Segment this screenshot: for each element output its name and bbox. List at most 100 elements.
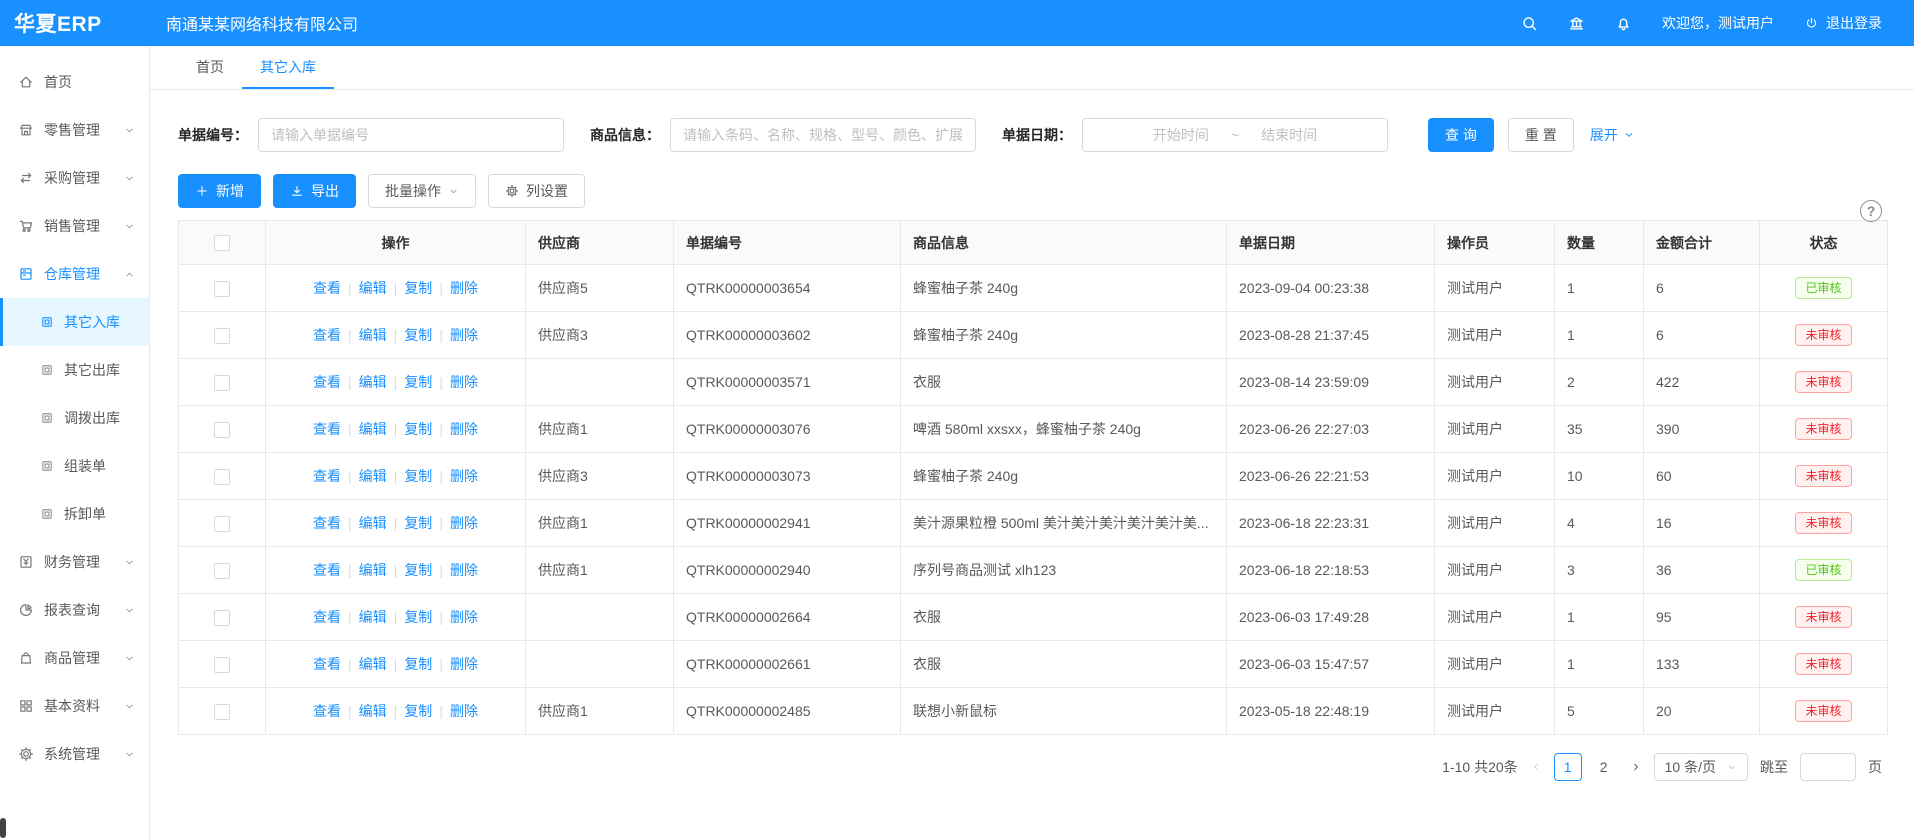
op-view-link[interactable]: 查看 <box>313 656 341 672</box>
tab-home[interactable]: 首页 <box>178 46 242 89</box>
sidebar-scrollbar-thumb[interactable] <box>0 818 6 838</box>
op-view-link[interactable]: 查看 <box>313 562 341 578</box>
op-edit-link[interactable]: 编辑 <box>359 327 387 343</box>
help-icon[interactable]: ? <box>1860 200 1882 222</box>
op-copy-link[interactable]: 复制 <box>404 468 432 484</box>
search-icon[interactable] <box>1521 15 1538 32</box>
op-edit-link[interactable]: 编辑 <box>359 421 387 437</box>
product-info-input[interactable] <box>670 118 976 152</box>
op-delete-link[interactable]: 删除 <box>450 703 478 719</box>
op-delete-link[interactable]: 删除 <box>450 562 478 578</box>
sidebar-item-finance[interactable]: 财务管理 <box>0 538 149 586</box>
op-delete-link[interactable]: 删除 <box>450 656 478 672</box>
row-checkbox[interactable] <box>214 328 230 344</box>
page-button-1[interactable]: 1 <box>1554 753 1582 781</box>
op-edit-link[interactable]: 编辑 <box>359 515 387 531</box>
op-edit-link[interactable]: 编辑 <box>359 468 387 484</box>
select-all-checkbox[interactable] <box>214 235 230 251</box>
sidebar-item-other-outbound[interactable]: 其它出库 <box>0 346 149 394</box>
export-button[interactable]: 导出 <box>273 174 356 208</box>
sidebar-item-assembly-order[interactable]: 组装单 <box>0 442 149 490</box>
sidebar-item-label: 拆卸单 <box>64 504 106 524</box>
op-view-link[interactable]: 查看 <box>313 421 341 437</box>
op-copy-link[interactable]: 复制 <box>404 515 432 531</box>
notifications-icon[interactable] <box>1615 15 1632 32</box>
batch-actions-button[interactable]: 批量操作 <box>368 174 476 208</box>
sidebar-item-transfer-outbound[interactable]: 调拨出库 <box>0 394 149 442</box>
op-separator: | <box>394 656 398 672</box>
sidebar-item-reports[interactable]: 报表查询 <box>0 586 149 634</box>
op-edit-link[interactable]: 编辑 <box>359 562 387 578</box>
op-view-link[interactable]: 查看 <box>313 703 341 719</box>
row-checkbox[interactable] <box>214 610 230 626</box>
bill-date-range[interactable]: 开始时间 ~ 结束时间 <box>1082 118 1388 152</box>
op-copy-link[interactable]: 复制 <box>404 374 432 390</box>
logout-button[interactable]: 退出登录 <box>1804 13 1882 33</box>
op-view-link[interactable]: 查看 <box>313 374 341 390</box>
op-delete-link[interactable]: 删除 <box>450 468 478 484</box>
op-delete-link[interactable]: 删除 <box>450 374 478 390</box>
op-edit-link[interactable]: 编辑 <box>359 656 387 672</box>
op-view-link[interactable]: 查看 <box>313 280 341 296</box>
cell-number: QTRK00000002664 <box>674 594 901 641</box>
tab-other-inbound[interactable]: 其它入库 <box>242 46 334 89</box>
op-copy-link[interactable]: 复制 <box>404 421 432 437</box>
op-copy-link[interactable]: 复制 <box>404 327 432 343</box>
sidebar-item-warehouse[interactable]: 仓库管理 <box>0 250 149 298</box>
shop-icon <box>18 122 34 138</box>
sidebar-item-system[interactable]: 系统管理 <box>0 730 149 778</box>
op-copy-link[interactable]: 复制 <box>404 562 432 578</box>
op-delete-link[interactable]: 删除 <box>450 421 478 437</box>
op-copy-link[interactable]: 复制 <box>404 609 432 625</box>
op-view-link[interactable]: 查看 <box>313 327 341 343</box>
cell-qty: 3 <box>1555 547 1644 594</box>
search-button[interactable]: 查 询 <box>1428 118 1494 152</box>
op-delete-link[interactable]: 删除 <box>450 280 478 296</box>
op-copy-link[interactable]: 复制 <box>404 280 432 296</box>
row-checkbox[interactable] <box>214 422 230 438</box>
op-view-link[interactable]: 查看 <box>313 609 341 625</box>
reset-button[interactable]: 重 置 <box>1508 118 1574 152</box>
op-edit-link[interactable]: 编辑 <box>359 374 387 390</box>
op-view-link[interactable]: 查看 <box>313 468 341 484</box>
column-settings-button[interactable]: 列设置 <box>488 174 585 208</box>
prev-page-icon[interactable] <box>1530 761 1542 773</box>
op-copy-link[interactable]: 复制 <box>404 656 432 672</box>
op-delete-link[interactable]: 删除 <box>450 327 478 343</box>
op-edit-link[interactable]: 编辑 <box>359 609 387 625</box>
op-copy-link[interactable]: 复制 <box>404 703 432 719</box>
sidebar-item-retail[interactable]: 零售管理 <box>0 106 149 154</box>
sidebar-item-purchase[interactable]: 采购管理 <box>0 154 149 202</box>
money-icon <box>18 554 34 570</box>
add-button[interactable]: 新增 <box>178 174 261 208</box>
cell-date: 2023-06-18 22:18:53 <box>1227 547 1435 594</box>
page-button-2[interactable]: 2 <box>1590 753 1618 781</box>
row-checkbox[interactable] <box>214 516 230 532</box>
sidebar-item-basic-data[interactable]: 基本资料 <box>0 682 149 730</box>
bill-number-input[interactable] <box>258 118 564 152</box>
row-checkbox[interactable] <box>214 563 230 579</box>
op-separator: | <box>348 609 352 625</box>
sidebar-item-home[interactable]: 首页 <box>0 58 149 106</box>
jump-page-input[interactable] <box>1800 753 1856 781</box>
sidebar-item-label: 商品管理 <box>44 648 100 668</box>
sidebar-item-disassembly-order[interactable]: 拆卸单 <box>0 490 149 538</box>
op-view-link[interactable]: 查看 <box>313 515 341 531</box>
platform-icon[interactable] <box>1568 15 1585 32</box>
sidebar-item-goods[interactable]: 商品管理 <box>0 634 149 682</box>
row-checkbox[interactable] <box>214 704 230 720</box>
expand-link[interactable]: 展开 <box>1590 125 1635 145</box>
row-checkbox[interactable] <box>214 375 230 391</box>
cell-supplier: 供应商1 <box>526 406 674 453</box>
op-edit-link[interactable]: 编辑 <box>359 280 387 296</box>
page-size-select[interactable]: 10 条/页 <box>1654 753 1748 781</box>
sidebar-item-sales[interactable]: 销售管理 <box>0 202 149 250</box>
op-edit-link[interactable]: 编辑 <box>359 703 387 719</box>
op-delete-link[interactable]: 删除 <box>450 609 478 625</box>
row-checkbox[interactable] <box>214 657 230 673</box>
op-delete-link[interactable]: 删除 <box>450 515 478 531</box>
row-checkbox[interactable] <box>214 469 230 485</box>
row-checkbox[interactable] <box>214 281 230 297</box>
next-page-icon[interactable] <box>1630 761 1642 773</box>
sidebar-item-other-inbound[interactable]: 其它入库 <box>0 298 149 346</box>
